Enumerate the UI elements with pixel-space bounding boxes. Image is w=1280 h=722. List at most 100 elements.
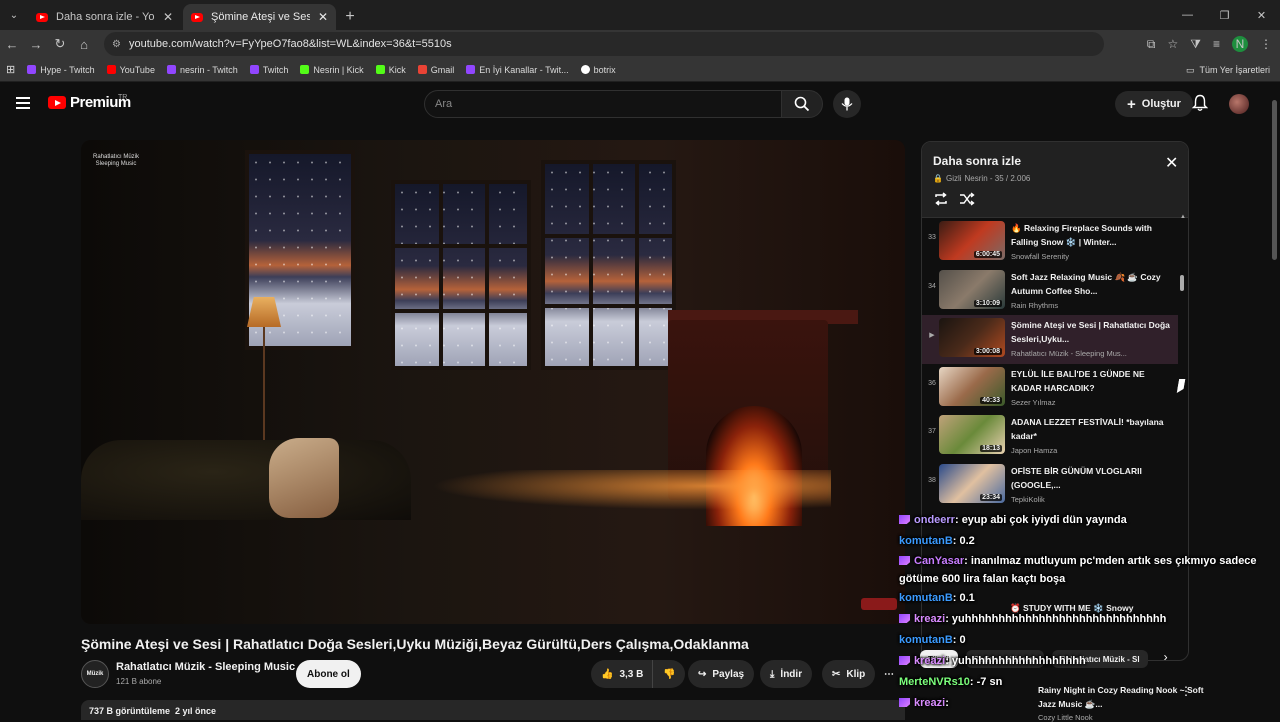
- playlist-header: Daha sonra izle 🔒 Gizli Nesrin - 35 / 2.…: [922, 142, 1188, 218]
- close-playlist-icon[interactable]: ✕: [1165, 156, 1178, 172]
- chat-message: ondeerr: eyup abi çok iyiydi dün yayında: [899, 510, 1280, 531]
- botrix-icon: [580, 65, 590, 74]
- voice-search-button[interactable]: [833, 90, 861, 118]
- subscribe-badge[interactable]: [861, 598, 897, 610]
- playlist-item[interactable]: 37 18:13 ADANA LEZZET FESTİVALİ! *bayıla…: [922, 412, 1178, 461]
- profile-avatar[interactable]: N: [1232, 36, 1248, 52]
- playlist-item[interactable]: 34 3:10:09 Soft Jazz Relaxing Music 🍂 ☕ …: [922, 267, 1178, 316]
- media-control-icon[interactable]: ≡: [1213, 37, 1220, 51]
- url-field[interactable]: ⚙ youtube.com/watch?v=FyYpeO7fao8&list=W…: [104, 32, 1104, 56]
- chat-message: CanYasar: inanılmaz mutluyum pc'mden art…: [899, 552, 1280, 588]
- subscribe-button[interactable]: Abone ol: [296, 660, 361, 688]
- bookmark-hype-twitch[interactable]: Hype - Twitch: [27, 65, 95, 75]
- playlist-item[interactable]: 38 23:34 OFİSTE BİR GÜNÜM VLOGLARII (GOO…: [922, 461, 1178, 510]
- bookmark-botrix[interactable]: botrix: [580, 65, 616, 75]
- bookmark-youtube[interactable]: YouTube: [106, 65, 155, 75]
- playlist-scroll-up-icon[interactable]: ▲: [1180, 214, 1186, 220]
- chat-username: komutanB: [899, 535, 953, 547]
- share-button[interactable]: ↪ Paylaş: [688, 660, 755, 688]
- search-input[interactable]: Ara: [424, 90, 782, 118]
- forward-icon[interactable]: →: [24, 30, 48, 58]
- thumbs-up-icon: 👍: [601, 668, 614, 680]
- youtube-logo-icon: [48, 96, 66, 109]
- subscriber-count: 121 B abone: [116, 677, 162, 686]
- playlist-item[interactable]: 36 40:33 EYLÜL İLE BALİ'DE 1 GÜNDE NE KA…: [922, 364, 1178, 413]
- playlist-items: 33 6:00:45 🔥 Relaxing Fireplace Sounds w…: [922, 218, 1178, 509]
- loop-icon[interactable]: [933, 192, 949, 211]
- tab-close-icon[interactable]: ✕: [318, 10, 328, 24]
- minimize-icon[interactable]: —: [1169, 0, 1206, 30]
- chrome-menu-icon[interactable]: ⋮: [1260, 37, 1272, 51]
- country-code: TR: [118, 94, 128, 101]
- channel-avatar[interactable]: Müzik: [81, 660, 109, 688]
- video-player[interactable]: Rahatlatıcı Müzik Sleeping Music: [81, 140, 905, 624]
- playlist-title[interactable]: Daha sonra izle: [933, 154, 1021, 168]
- back-icon[interactable]: ←: [0, 30, 24, 58]
- chat-text: :: [945, 697, 949, 709]
- apps-grid-icon[interactable]: ⊞: [6, 63, 15, 76]
- new-tab-button[interactable]: +: [338, 4, 362, 30]
- notifications-bell-icon[interactable]: [1191, 94, 1209, 117]
- item-title: 🔥 Relaxing Fireplace Sounds with Falling…: [1011, 223, 1152, 247]
- microphone-icon: [841, 97, 853, 111]
- bookmark-twitch[interactable]: Twitch: [249, 65, 288, 75]
- page-scrollbar[interactable]: [1272, 100, 1277, 260]
- item-channel: Sezer Yılmaz: [1011, 397, 1056, 407]
- bookmark-best-channels[interactable]: En İyi Kanallar - Twit...: [466, 65, 569, 75]
- download-button[interactable]: ⤓ İndir: [760, 660, 813, 688]
- tab-label: Daha sonra izle - YouTube: [56, 11, 155, 23]
- tab-close-icon[interactable]: ✕: [163, 10, 173, 24]
- browser-tab-video[interactable]: Şömine Ateşi ve Sesi | Rahatlatıcı Doğa …: [183, 4, 336, 30]
- close-window-icon[interactable]: ✕: [1243, 0, 1280, 30]
- chat-text: : 0.2: [952, 535, 975, 547]
- description-box[interactable]: 737 B görüntüleme 2 yıl önce: [81, 700, 905, 720]
- video-thumbnail: 3:10:09: [939, 269, 1005, 309]
- video-owner-row: Müzik Rahatlatıcı Müzik - Sleeping Music…: [81, 660, 905, 688]
- account-avatar[interactable]: [1229, 94, 1249, 114]
- twitch-icon: [27, 65, 37, 74]
- kick-icon: [300, 65, 310, 74]
- extensions-icon[interactable]: ⧩: [1190, 37, 1201, 52]
- chat-message: kreazi: yuhhhhhhhhhhhhhhhhhh: [899, 651, 1280, 672]
- search-button[interactable]: [781, 90, 823, 118]
- playlist-item[interactable]: 33 6:00:45 🔥 Relaxing Fireplace Sounds w…: [922, 218, 1178, 267]
- video-title: Şömine Ateşi ve Sesi | Rahatlatıcı Doğa …: [81, 636, 749, 652]
- chat-username: CanYasar: [914, 555, 965, 567]
- browser-tab-strip: ⌄ Daha sonra izle - YouTube ✕ Şömine Ate…: [0, 0, 1280, 30]
- bookmarks-bar: ⊞ Hype - Twitch YouTube nesrin - Twitch …: [0, 58, 1280, 82]
- item-title: OFİSTE BİR GÜNÜM VLOGLARII (GOOGLE,...: [1011, 465, 1142, 490]
- channel-watermark[interactable]: Rahatlatıcı Müzik Sleeping Music: [93, 154, 139, 168]
- browser-tab-watch-later[interactable]: Daha sonra izle - YouTube ✕: [28, 4, 181, 30]
- chat-badge-icon: [899, 515, 910, 524]
- install-app-icon[interactable]: ⧉: [1147, 37, 1156, 52]
- menu-icon[interactable]: [16, 97, 30, 111]
- chat-badge-icon: [899, 614, 910, 623]
- shuffle-icon[interactable]: [959, 192, 975, 211]
- reload-icon[interactable]: ↻: [48, 30, 72, 58]
- dislike-button[interactable]: 👎: [652, 660, 686, 688]
- playlist-item-current[interactable]: ▶ 3:00:08 Şömine Ateşi ve Sesi | Rahatla…: [922, 315, 1178, 364]
- more-actions-button[interactable]: ⋯: [878, 660, 900, 688]
- video-blanket: [269, 438, 339, 518]
- clip-button[interactable]: ✂ Klip: [822, 660, 876, 688]
- chat-text: : 0.1: [952, 592, 975, 604]
- bookmark-gmail[interactable]: Gmail: [417, 65, 454, 75]
- like-button[interactable]: 👍 3,3 B: [591, 660, 656, 688]
- bookmark-nesrin-kick[interactable]: Nesrin | Kick: [300, 65, 364, 75]
- download-icon: ⤓: [770, 668, 775, 680]
- bookmark-kick[interactable]: Kick: [375, 65, 406, 75]
- all-bookmarks-button[interactable]: ▭ Tüm Yer İşaretleri: [1186, 58, 1270, 82]
- playlist-scrollbar[interactable]: [1180, 275, 1184, 291]
- tab-search-icon[interactable]: ⌄: [0, 0, 28, 30]
- create-button[interactable]: + Oluştur: [1115, 91, 1193, 117]
- restore-icon[interactable]: ❐: [1206, 0, 1243, 30]
- bookmark-nesrin-twitch[interactable]: nesrin - Twitch: [166, 65, 238, 75]
- chat-text: : yuhhhhhhhhhhhhhhhhhh: [945, 655, 1086, 667]
- site-info-icon[interactable]: ⚙: [112, 39, 121, 50]
- lamp-pole: [263, 327, 265, 447]
- chat-badge-icon: [899, 698, 910, 707]
- home-icon[interactable]: ⌂: [72, 30, 96, 58]
- twitch-icon: [166, 65, 176, 74]
- bookmark-star-icon[interactable]: ☆: [1168, 37, 1179, 51]
- channel-name[interactable]: Rahatlatıcı Müzik - Sleeping Music: [116, 661, 295, 673]
